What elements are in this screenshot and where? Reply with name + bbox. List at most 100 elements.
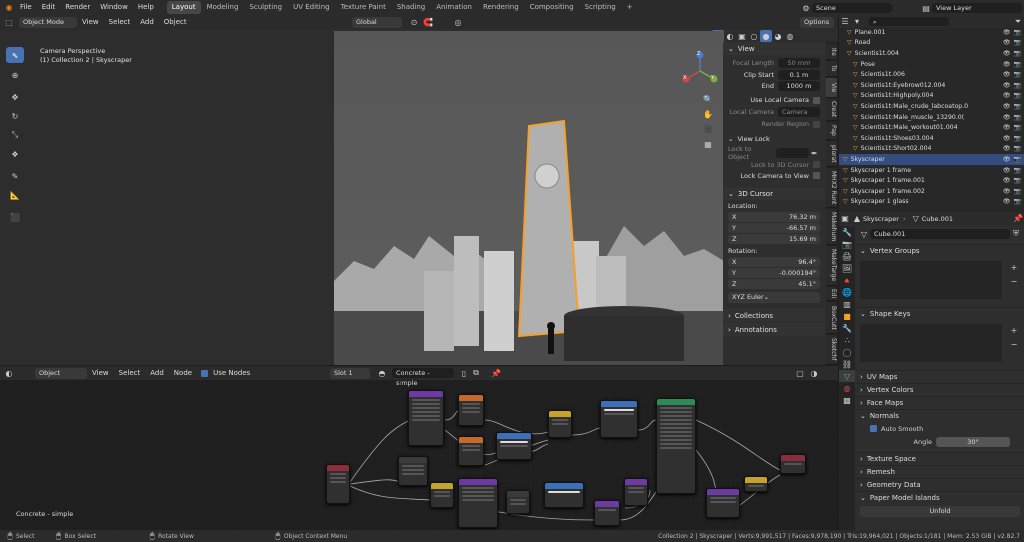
visibility-icon[interactable]: 👁 bbox=[1003, 50, 1011, 57]
fake-user-icon[interactable]: ▯ bbox=[458, 367, 470, 379]
remove-shape-key-icon[interactable]: − bbox=[1008, 338, 1020, 350]
tab-sketchfab[interactable]: Sketchf bbox=[826, 335, 837, 365]
pan-hand-icon[interactable]: ✋ bbox=[702, 108, 714, 120]
select-box-tool-icon[interactable]: ⬉ bbox=[6, 47, 24, 63]
scene-name[interactable]: Scene bbox=[812, 3, 892, 13]
material-output-node[interactable] bbox=[780, 454, 806, 474]
tab-item[interactable]: Ite bbox=[826, 44, 837, 60]
blender-logo-icon[interactable]: ◉ bbox=[3, 2, 15, 14]
menu-help[interactable]: Help bbox=[133, 0, 159, 15]
camera-view-icon[interactable]: 🎥 bbox=[702, 123, 714, 135]
tab-scripting[interactable]: Scripting bbox=[580, 1, 621, 14]
shader-node[interactable] bbox=[430, 482, 454, 508]
3d-viewport[interactable]: ⬚ Object Mode View Select Add Object Glo… bbox=[0, 15, 838, 365]
visibility-icon[interactable]: 👁 bbox=[1003, 124, 1011, 131]
visibility-icon[interactable]: 👁 bbox=[1003, 39, 1011, 46]
shader-type-select[interactable]: Object bbox=[35, 367, 87, 379]
mesh-data-tab-icon[interactable]: ▽ bbox=[839, 370, 855, 382]
shader-node[interactable] bbox=[594, 500, 620, 526]
node-overlay-icon[interactable]: ◑ bbox=[808, 367, 820, 379]
mode-select[interactable]: Object Mode bbox=[19, 16, 77, 28]
tab-animation[interactable]: Animation bbox=[431, 1, 477, 14]
rendered-shading-icon[interactable]: ◍ bbox=[784, 30, 796, 42]
pivot-icon[interactable]: ⊙ bbox=[408, 16, 420, 28]
render-visibility-icon[interactable]: 📷 bbox=[1014, 124, 1021, 131]
shader-node[interactable] bbox=[326, 464, 350, 504]
node-menu-view[interactable]: View bbox=[87, 366, 114, 381]
visibility-icon[interactable]: 👁 bbox=[1003, 71, 1011, 78]
menu-select[interactable]: Select bbox=[104, 15, 136, 30]
tab-modeling[interactable]: Modeling bbox=[202, 1, 244, 14]
filter-icon[interactable]: ⏷ bbox=[1012, 16, 1024, 28]
render-visibility-icon[interactable]: 📷 bbox=[1014, 198, 1021, 205]
menu-object[interactable]: Object bbox=[159, 15, 192, 30]
cursor-loc-y[interactable]: Y -66.57 m bbox=[728, 223, 820, 233]
outliner-row[interactable]: ▽ Road 👁 📷 bbox=[839, 38, 1024, 49]
output-tab-icon[interactable]: 🖨 bbox=[839, 250, 855, 262]
principled-bsdf-node[interactable] bbox=[656, 398, 696, 494]
cursor-rot-z[interactable]: Z 45.1° bbox=[728, 279, 820, 289]
render-visibility-icon[interactable]: 📷 bbox=[1014, 167, 1021, 174]
tab-edit[interactable]: Edi bbox=[826, 287, 837, 301]
tab-rendering[interactable]: Rendering bbox=[478, 1, 524, 14]
tab-shading[interactable]: Shading bbox=[392, 1, 430, 14]
visibility-icon[interactable]: 👁 bbox=[1003, 188, 1011, 195]
visibility-icon[interactable]: 👁 bbox=[1003, 114, 1011, 121]
outliner-row[interactable]: ▽ Scientis1t:Eyebrow012.004 👁 📷 bbox=[839, 80, 1024, 91]
render-visibility-icon[interactable]: 📷 bbox=[1014, 92, 1021, 99]
material-shading-icon[interactable]: ◕ bbox=[772, 30, 784, 42]
view-lock-header[interactable]: ⌄ View Lock bbox=[723, 132, 825, 145]
tab-compositing[interactable]: Compositing bbox=[525, 1, 579, 14]
mesh-datablock-icon[interactable]: ▽ bbox=[858, 228, 870, 240]
vertex-colors-section[interactable]: › Vertex Colors bbox=[856, 383, 1024, 396]
slot-select[interactable]: Slot 1 bbox=[330, 368, 370, 379]
shader-node[interactable] bbox=[458, 394, 484, 426]
shader-node[interactable] bbox=[458, 436, 484, 466]
tab-makehuman[interactable]: Makehum bbox=[826, 209, 837, 245]
world-tab-icon[interactable]: 🌐 bbox=[839, 286, 855, 298]
shader-node[interactable] bbox=[548, 410, 572, 438]
render-visibility-icon[interactable]: 📷 bbox=[1014, 145, 1021, 152]
outliner-row[interactable]: ▽ Skyscraper 👁 📷 bbox=[839, 154, 1024, 165]
outliner-row[interactable]: ▽ Skyscraper 1 frame.001 👁 📷 bbox=[839, 175, 1024, 186]
lock-camera-view-row[interactable]: Lock Camera to View bbox=[728, 170, 820, 181]
tool-tab-icon[interactable]: 🔧 bbox=[839, 226, 855, 238]
outliner-row[interactable]: ▽ Scientis1t:Male_workout01.004 👁 📷 bbox=[839, 122, 1024, 133]
xray-icon[interactable]: ▣ bbox=[736, 30, 748, 42]
render-region-checkbox[interactable] bbox=[813, 120, 820, 128]
cursor-rot-y[interactable]: Y -0.000194° bbox=[728, 268, 820, 278]
auto-smooth-checkbox[interactable] bbox=[870, 425, 877, 432]
clip-end-field[interactable]: 1000 m bbox=[778, 80, 820, 91]
scene-selector[interactable]: ⚙ Scene bbox=[800, 2, 892, 14]
add-vertex-group-icon[interactable]: + bbox=[1008, 261, 1020, 273]
pin-icon[interactable]: 📌 bbox=[490, 367, 502, 379]
add-shape-key-icon[interactable]: + bbox=[1008, 324, 1020, 336]
tab-view[interactable]: Vie bbox=[826, 78, 837, 98]
use-nodes-checkbox[interactable] bbox=[201, 369, 209, 377]
render-visibility-icon[interactable]: 📷 bbox=[1014, 188, 1021, 195]
snap-icon[interactable]: 🧲 bbox=[422, 16, 434, 28]
add-workspace-icon[interactable]: + bbox=[622, 1, 638, 14]
render-visibility-icon[interactable]: 📷 bbox=[1014, 177, 1021, 184]
cursor-rot-x[interactable]: X 96.4° bbox=[728, 257, 820, 267]
render-visibility-icon[interactable]: 📷 bbox=[1014, 50, 1021, 57]
backdrop-icon[interactable]: ▢ bbox=[794, 367, 806, 379]
auto-smooth-row[interactable]: Auto Smooth bbox=[856, 422, 1024, 435]
visibility-icon[interactable]: 👁 bbox=[1003, 61, 1011, 68]
menu-file[interactable]: File bbox=[15, 0, 37, 15]
render-tab-icon[interactable]: 📷 bbox=[839, 238, 855, 250]
remesh-section[interactable]: › Remesh bbox=[856, 465, 1024, 478]
material-tab-icon[interactable]: ◍ bbox=[839, 382, 855, 394]
tab-boxcutter[interactable]: BoxCutt bbox=[826, 302, 837, 334]
shader-node[interactable] bbox=[496, 432, 532, 460]
shader-node[interactable] bbox=[544, 482, 584, 508]
render-visibility-icon[interactable]: 📷 bbox=[1014, 61, 1021, 68]
transform-orientation[interactable]: Global bbox=[352, 17, 402, 28]
lock-camera-view-checkbox[interactable] bbox=[813, 172, 820, 179]
menu-render[interactable]: Render bbox=[60, 0, 95, 15]
remove-vertex-group-icon[interactable]: − bbox=[1008, 275, 1020, 287]
shield-fake-user-icon[interactable]: ⛨ bbox=[1010, 228, 1022, 240]
options-button[interactable]: Options bbox=[800, 17, 834, 28]
view-panel-header[interactable]: ⌄ View bbox=[723, 42, 825, 55]
render-region-row[interactable]: Render Region bbox=[728, 118, 820, 130]
